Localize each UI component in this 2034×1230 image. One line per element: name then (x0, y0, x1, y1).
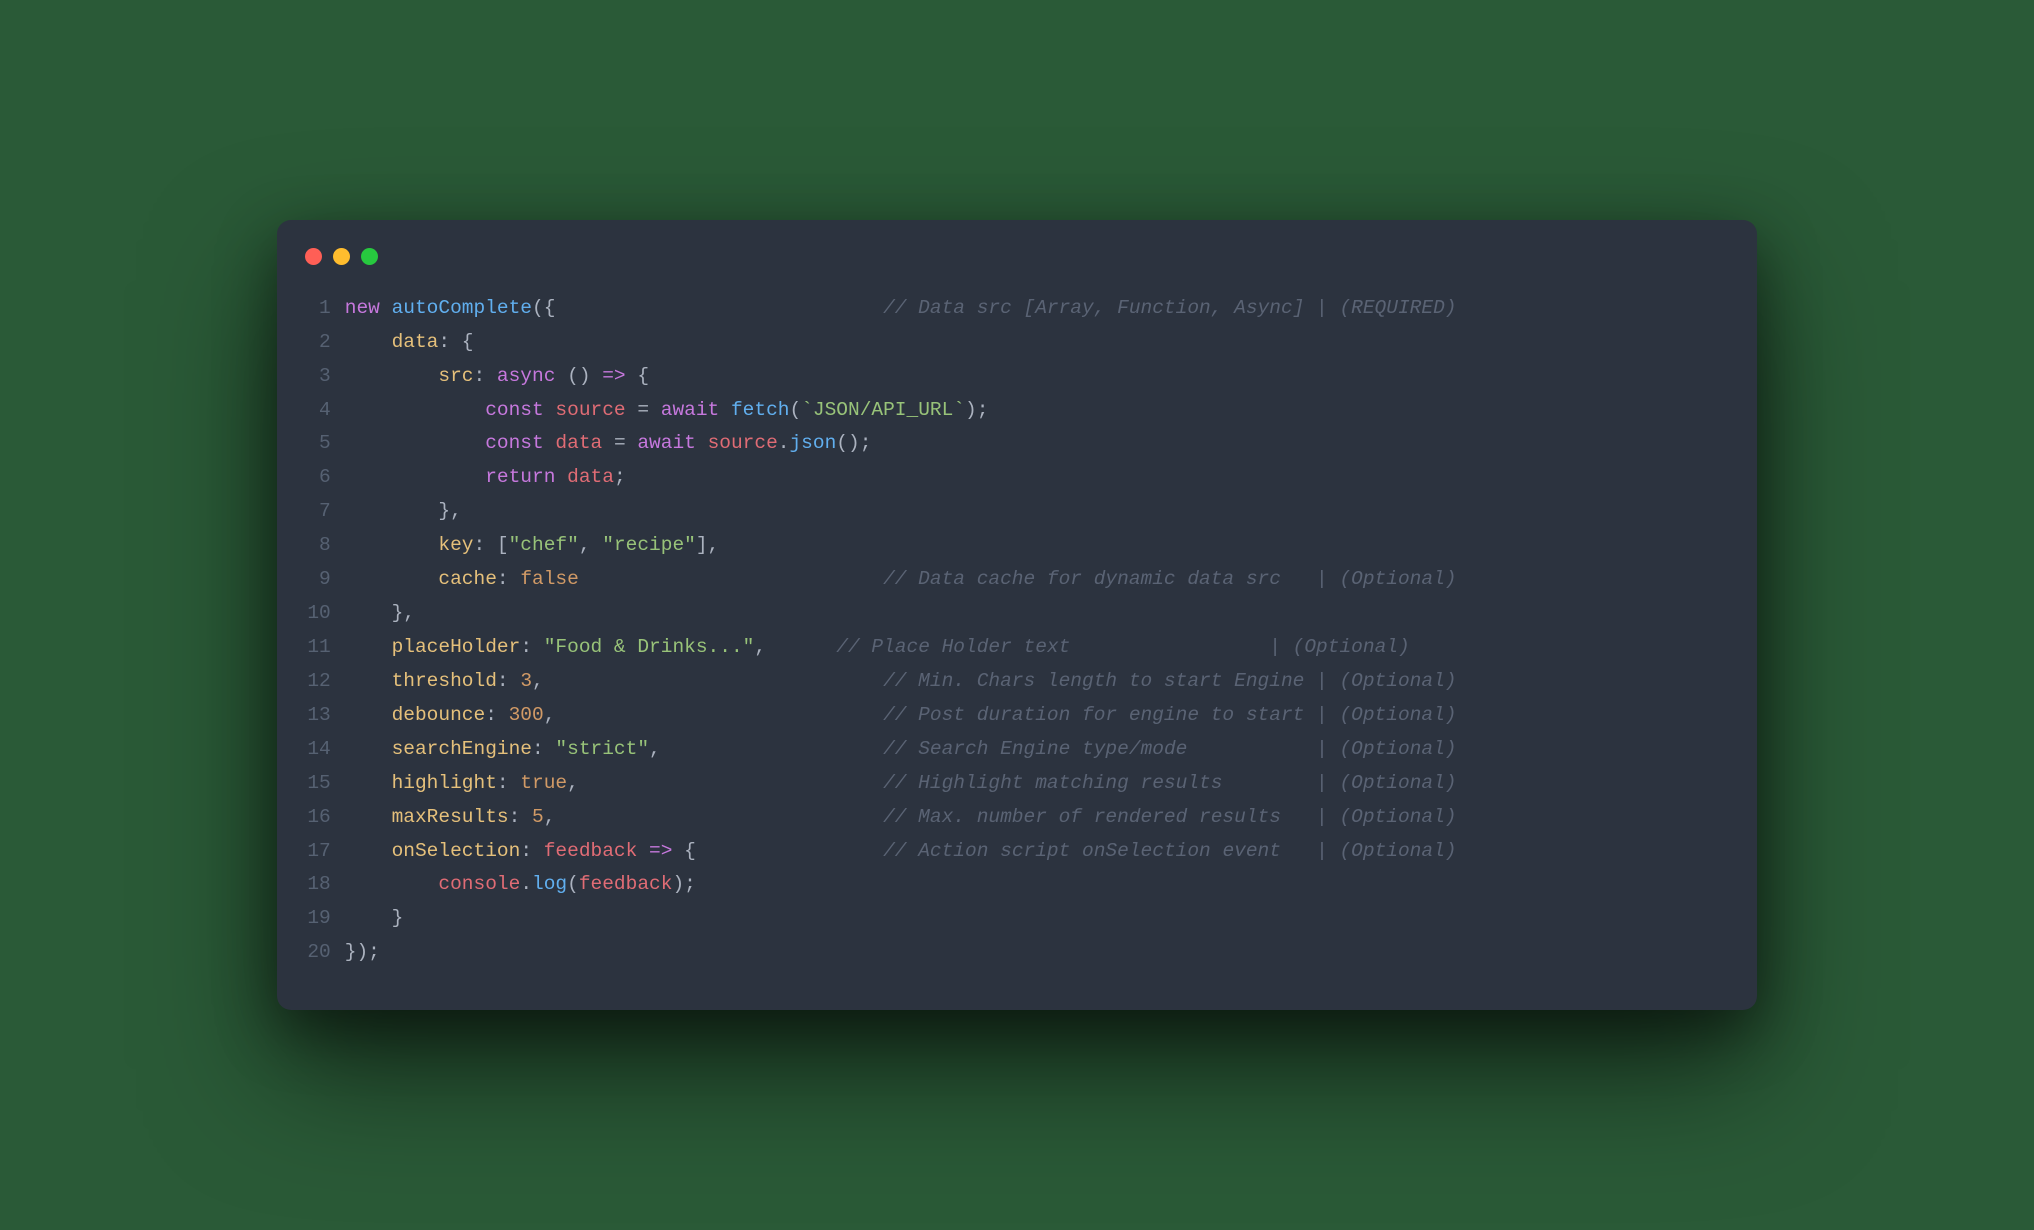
code-content: const source = await fetch(`JSON/API_URL… (345, 394, 1723, 428)
code-content: highlight: true, // Highlight matching r… (345, 767, 1723, 801)
code-content: }, (345, 597, 1723, 631)
code-content: onSelection: feedback => { // Action scr… (345, 835, 1723, 869)
line-number: 13 (305, 699, 331, 733)
line-number: 15 (305, 767, 331, 801)
line-number: 19 (305, 902, 331, 936)
line-number: 1 (305, 292, 331, 326)
code-comment: // Search Engine type/mode | (Optional) (883, 738, 1456, 760)
code-line: 16 maxResults: 5, // Max. number of rend… (305, 801, 1723, 835)
code-content: searchEngine: "strict", // Search Engine… (345, 733, 1723, 767)
code-content: new autoComplete({ // Data src [Array, F… (345, 292, 1723, 326)
line-number: 5 (305, 427, 331, 461)
code-content: return data; (345, 461, 1723, 495)
code-content: console.log(feedback); (345, 868, 1723, 902)
window-titlebar (277, 220, 1757, 272)
code-comment: // Data src [Array, Function, Async] | (… (883, 297, 1456, 319)
code-line: 18 console.log(feedback); (305, 868, 1723, 902)
code-line: 14 searchEngine: "strict", // Search Eng… (305, 733, 1723, 767)
code-line: 19 } (305, 902, 1723, 936)
line-number: 10 (305, 597, 331, 631)
code-comment: // Min. Chars length to start Engine | (… (883, 670, 1456, 692)
code-line: 7 }, (305, 495, 1723, 529)
code-line: 10 }, (305, 597, 1723, 631)
minimize-icon[interactable] (333, 248, 350, 265)
line-number: 14 (305, 733, 331, 767)
code-line: 2 data: { (305, 326, 1723, 360)
code-line: 8 key: ["chef", "recipe"], (305, 529, 1723, 563)
line-number: 17 (305, 835, 331, 869)
code-content: threshold: 3, // Min. Chars length to st… (345, 665, 1723, 699)
code-window: 1 new autoComplete({ // Data src [Array, … (277, 220, 1757, 1010)
code-comment: // Highlight matching results | (Optiona… (883, 772, 1456, 794)
code-line: 12 threshold: 3, // Min. Chars length to… (305, 665, 1723, 699)
code-line: 13 debounce: 300, // Post duration for e… (305, 699, 1723, 733)
line-number: 11 (305, 631, 331, 665)
code-line: 3 src: async () => { (305, 360, 1723, 394)
code-line: 17 onSelection: feedback => { // Action … (305, 835, 1723, 869)
line-number: 18 (305, 868, 331, 902)
code-content: src: async () => { (345, 360, 1723, 394)
code-content: const data = await source.json(); (345, 427, 1723, 461)
code-comment: // Place Holder text | (Optional) (836, 636, 1409, 658)
code-comment: // Action script onSelection event | (Op… (883, 840, 1456, 862)
line-number: 9 (305, 563, 331, 597)
code-line: 15 highlight: true, // Highlight matchin… (305, 767, 1723, 801)
line-number: 12 (305, 665, 331, 699)
line-number: 2 (305, 326, 331, 360)
code-line: 11 placeHolder: "Food & Drinks...", // P… (305, 631, 1723, 665)
line-number: 7 (305, 495, 331, 529)
code-line: 20}); (305, 936, 1723, 970)
code-line: 4 const source = await fetch(`JSON/API_U… (305, 394, 1723, 428)
code-content: }, (345, 495, 1723, 529)
code-comment: // Data cache for dynamic data src | (Op… (883, 568, 1456, 590)
code-editor[interactable]: 1 new autoComplete({ // Data src [Array, … (277, 272, 1757, 1010)
line-number: 20 (305, 936, 331, 970)
code-comment: // Post duration for engine to start | (… (883, 704, 1456, 726)
code-content: maxResults: 5, // Max. number of rendere… (345, 801, 1723, 835)
code-content: cache: false // Data cache for dynamic d… (345, 563, 1723, 597)
line-number: 16 (305, 801, 331, 835)
line-number: 8 (305, 529, 331, 563)
code-line: 9 cache: false // Data cache for dynamic… (305, 563, 1723, 597)
close-icon[interactable] (305, 248, 322, 265)
code-content: debounce: 300, // Post duration for engi… (345, 699, 1723, 733)
code-line: 5 const data = await source.json(); (305, 427, 1723, 461)
zoom-icon[interactable] (361, 248, 378, 265)
line-number: 6 (305, 461, 331, 495)
code-line: 1 new autoComplete({ // Data src [Array, … (305, 292, 1723, 326)
code-line: 6 return data; (305, 461, 1723, 495)
code-content: }); (345, 936, 1723, 970)
code-content: key: ["chef", "recipe"], (345, 529, 1723, 563)
line-number: 4 (305, 394, 331, 428)
code-comment: // Max. number of rendered results | (Op… (883, 806, 1456, 828)
code-content: placeHolder: "Food & Drinks...", // Plac… (345, 631, 1723, 665)
line-number: 3 (305, 360, 331, 394)
code-content: } (345, 902, 1723, 936)
code-content: data: { (345, 326, 1723, 360)
